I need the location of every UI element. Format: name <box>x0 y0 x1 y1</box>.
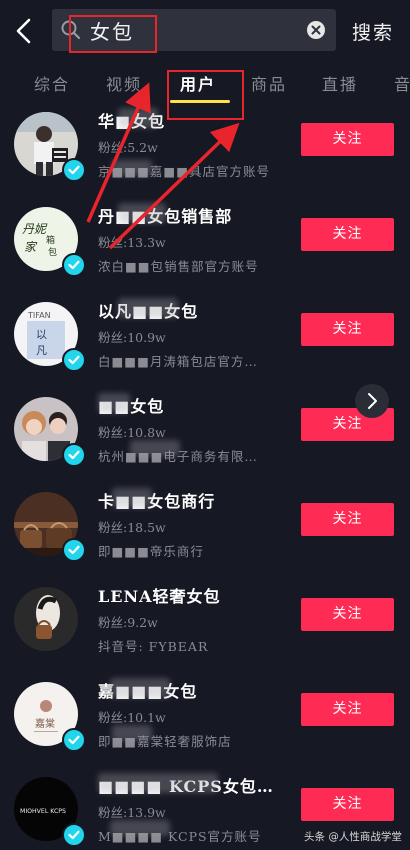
back-arrow-icon[interactable] <box>10 14 38 48</box>
follower-count: 粉丝:13.9w <box>98 805 166 820</box>
list-item[interactable]: TIFAN 以 凡 以凡■■女包 粉丝:10.9w 白■■■月涛箱包店官方… 关… <box>0 290 410 385</box>
watermark: 头条 @人性商战学堂 <box>304 831 402 843</box>
svg-text:MIOHVEL KCPS: MIOHVEL KCPS <box>20 808 66 815</box>
follower-count: 粉丝:10.8w <box>98 425 166 440</box>
user-description: 杭州■■■电子商务有限… <box>98 449 258 464</box>
clear-icon[interactable] <box>306 20 326 40</box>
privacy-blur <box>98 773 218 793</box>
follower-count: 粉丝:5.2w <box>98 140 158 155</box>
list-item[interactable]: 卡■■女包商行 粉丝:18.5w 即■■■帝乐商行 关注 <box>0 480 410 575</box>
svg-text:家: 家 <box>24 240 38 254</box>
list-item[interactable]: LENA轻奢女包 粉丝:9.2w 抖音号: FYBEAR 关注 <box>0 575 410 670</box>
verified-badge-icon <box>62 823 86 847</box>
list-item[interactable]: 丹妮 家 箱 包 丹■■女包销售部 粉丝:13.3w 浓白■■包销售部官方账号 … <box>0 195 410 290</box>
svg-text:嘉棠: 嘉棠 <box>35 717 55 730</box>
user-description: 抖音号: FYBEAR <box>98 639 209 654</box>
user-description: 即■■■帝乐商行 <box>98 544 204 559</box>
follower-count: 粉丝:10.9w <box>98 330 166 345</box>
follow-button[interactable]: 关注 <box>301 123 394 156</box>
privacy-blur <box>118 298 178 318</box>
follow-button[interactable]: 关注 <box>301 218 394 251</box>
avatar[interactable] <box>14 587 78 651</box>
follow-button[interactable]: 关注 <box>301 313 394 346</box>
follow-button[interactable]: 关注 <box>301 693 394 726</box>
follower-count: 粉丝:10.1w <box>98 710 166 725</box>
annotation-box <box>167 70 244 120</box>
privacy-blur <box>112 488 152 508</box>
privacy-blur <box>112 725 152 741</box>
tab-music[interactable]: 音 <box>394 71 410 95</box>
verified-badge-icon <box>62 728 86 752</box>
svg-text:以: 以 <box>36 328 47 341</box>
svg-text:箱: 箱 <box>46 234 55 246</box>
privacy-blur <box>118 203 166 223</box>
verified-badge-icon <box>62 348 86 372</box>
svg-text:丹妮: 丹妮 <box>22 222 48 236</box>
annotation-box <box>69 15 157 53</box>
user-description: 白■■■月涛箱包店官方… <box>98 354 258 369</box>
follower-count: 粉丝:18.5w <box>98 520 166 535</box>
search-button[interactable]: 搜索 <box>352 18 394 45</box>
tab-live[interactable]: 直播 <box>322 71 358 95</box>
verified-badge-icon <box>62 158 86 182</box>
privacy-blur <box>98 393 130 413</box>
privacy-blur <box>130 440 180 456</box>
follow-button[interactable]: 关注 <box>301 503 394 536</box>
follower-count: 粉丝:9.2w <box>98 615 158 630</box>
privacy-blur <box>118 108 158 128</box>
svg-text:TIFAN: TIFAN <box>27 311 51 320</box>
list-item[interactable]: 嘉棠 嘉■■■女包 粉丝:10.1w 即■■嘉棠轻奢服饰店 关注 <box>0 670 410 765</box>
chevron-right-icon[interactable] <box>355 384 389 418</box>
svg-text:包: 包 <box>48 246 57 258</box>
follow-button[interactable]: 关注 <box>301 598 394 631</box>
privacy-blur <box>112 160 152 176</box>
tab-products[interactable]: 商品 <box>251 71 287 95</box>
verified-badge-icon <box>62 538 86 562</box>
svg-text:凡: 凡 <box>36 344 47 357</box>
verified-badge-icon <box>62 253 86 277</box>
follow-button[interactable]: 关注 <box>301 788 394 821</box>
follower-count: 粉丝:13.3w <box>98 235 166 250</box>
user-name[interactable]: LENA轻奢女包 <box>98 583 288 607</box>
list-item[interactable]: ■■女包 粉丝:10.8w 杭州■■■电子商务有限… 关注 <box>0 385 410 480</box>
privacy-blur <box>110 678 170 698</box>
user-description: 浓白■■包销售部官方账号 <box>98 259 259 274</box>
tab-all[interactable]: 综合 <box>34 71 70 95</box>
verified-badge-icon <box>62 443 86 467</box>
top-bar: 女包 搜索 <box>0 0 410 62</box>
tab-videos[interactable]: 视频 <box>106 71 142 95</box>
privacy-blur <box>110 820 170 836</box>
